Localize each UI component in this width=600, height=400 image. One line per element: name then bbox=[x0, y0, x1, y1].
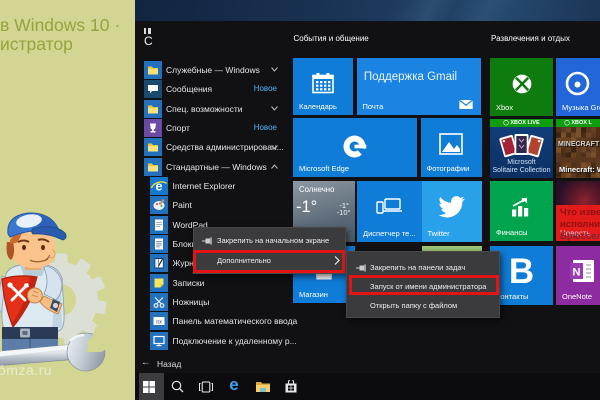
svg-text:e: e bbox=[155, 178, 162, 193]
svg-text:N: N bbox=[573, 267, 581, 279]
svg-text:πx: πx bbox=[155, 319, 161, 326]
